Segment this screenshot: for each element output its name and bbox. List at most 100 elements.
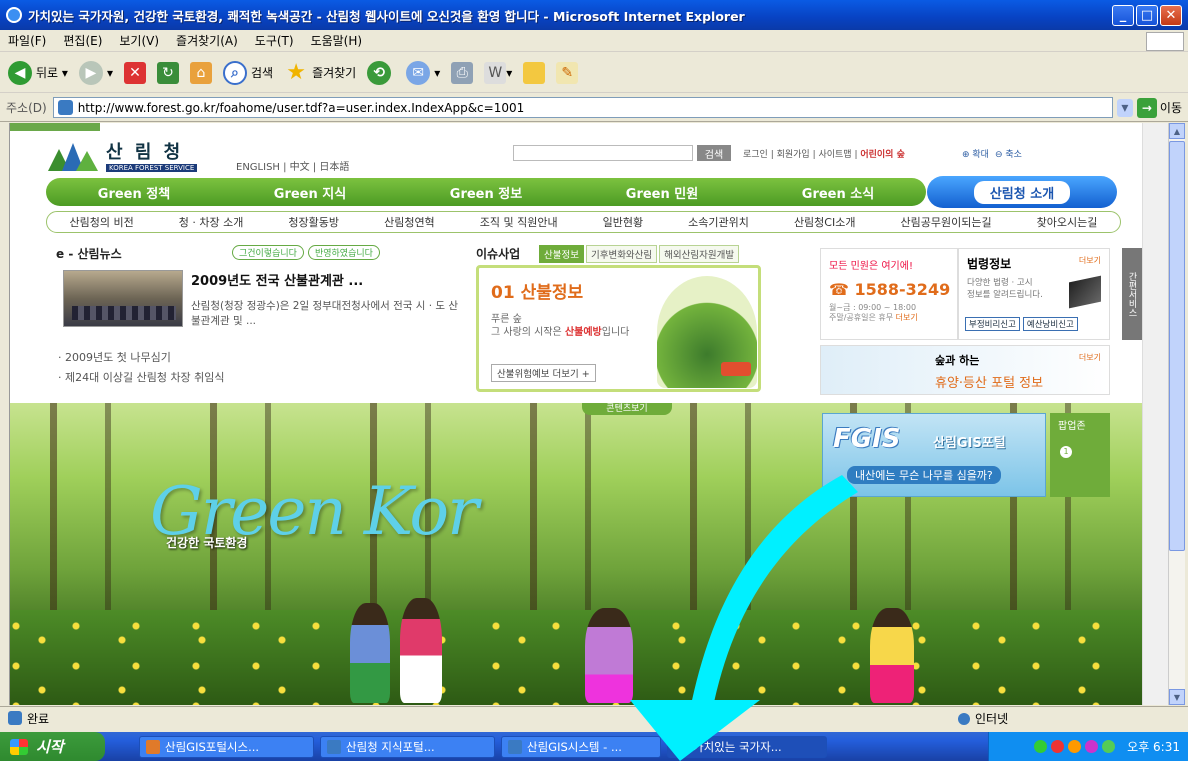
subnav-item[interactable]: 소속기관위치	[688, 214, 749, 230]
law-more-link[interactable]: 더보기	[1079, 255, 1101, 266]
zoom-in-button[interactable]: ⊕ 확대	[962, 147, 989, 160]
subnav-item[interactable]: 찾아오시는길	[1037, 214, 1098, 230]
language-links[interactable]: ENGLISH | 中文 | 日本語	[236, 158, 349, 173]
nav-policy[interactable]: Green 정책	[98, 183, 170, 202]
kids-link[interactable]: 어린이의 숲	[860, 150, 905, 160]
popup-zone[interactable]: 팝업존 1	[1050, 413, 1110, 497]
home-button[interactable]: ⌂	[189, 61, 212, 84]
site-logo[interactable]: 산 림 청 KOREA FOREST SERVICE	[48, 138, 198, 172]
contact-box[interactable]: 모든 민원은 여기에! ☎ 1588-3249 월~금 : 09:00 ~ 18…	[820, 248, 958, 340]
stop-button[interactable]: ✕	[123, 61, 146, 84]
subnav-item[interactable]: 청장활동방	[288, 214, 339, 230]
subnav-item[interactable]: 일반현황	[603, 214, 643, 230]
news-btn-reflected[interactable]: 반영하였습니다	[307, 245, 380, 260]
tab-climate[interactable]: 기후변화와산림	[585, 245, 658, 263]
search-button[interactable]: ⌕ 검색	[222, 60, 273, 85]
menu-tools[interactable]: 도구(T)	[255, 32, 294, 49]
tray-icon[interactable]	[1085, 740, 1099, 753]
edit-button[interactable]: W ▾	[484, 61, 512, 84]
top-links-text[interactable]: 로그인 | 회원가입 | 사이트맵 |	[743, 150, 860, 160]
zoom-out-button[interactable]: ⊖ 축소	[995, 147, 1022, 160]
forest-banner-t2: 휴양·등산 포털 정보	[935, 376, 1044, 391]
scroll-thumb[interactable]	[1169, 141, 1185, 551]
close-button[interactable]: ✕	[1160, 4, 1182, 26]
menu-edit[interactable]: 편집(E)	[63, 32, 102, 49]
print-button[interactable]: ⎙	[451, 61, 474, 84]
forest-banner-t1: 숲과 하는	[935, 354, 980, 367]
menu-file[interactable]: 파일(F)	[8, 32, 46, 49]
task-gis-system[interactable]: 산림GIS시스템 - ...	[501, 735, 661, 758]
site-search-input[interactable]	[513, 145, 693, 161]
start-button[interactable]: 시작	[0, 732, 105, 761]
news-btn-explain[interactable]: 그건이렇습니다	[232, 245, 304, 260]
scroll-down-icon[interactable]: ▼	[1169, 689, 1185, 705]
mail-icon: ✉	[406, 60, 431, 85]
tab-overseas[interactable]: 해외산림자원개발	[659, 245, 740, 263]
address-dropdown-icon[interactable]: ▾	[1116, 98, 1133, 117]
windows-flag-icon	[10, 738, 28, 755]
forest-banner-more[interactable]: 더보기	[1079, 352, 1101, 363]
favorites-button[interactable]: ★ 즐겨찾기	[284, 60, 356, 85]
subnav-item[interactable]: 조직 및 직원안내	[480, 214, 558, 230]
top-links[interactable]: 로그인 | 회원가입 | 사이트맵 | 어린이의 숲	[743, 147, 905, 160]
back-label: 뒤로	[36, 66, 59, 80]
scroll-up-icon[interactable]: ▲	[1169, 123, 1185, 139]
news-photo[interactable]	[63, 270, 183, 327]
fire-risk-more-button[interactable]: 산불위험예보 더보기 +	[491, 364, 596, 382]
address-input[interactable]: http://www.forest.go.kr/foahome/user.tdf…	[52, 97, 1113, 118]
nav-info[interactable]: Green 정보	[450, 183, 522, 202]
subnav-item[interactable]: 산림청CI소개	[794, 214, 856, 230]
menu-favorites[interactable]: 즐겨찾기(A)	[176, 32, 238, 49]
history-icon: ⟲	[367, 60, 392, 85]
news-headline[interactable]: 2009년도 전국 산불관계관 ...	[191, 270, 363, 289]
subnav-item[interactable]: 산림공무원이되는길	[901, 214, 992, 230]
task-knowledge-portal[interactable]: 산림청 지식포털...	[320, 735, 495, 758]
news-list-item[interactable]: · 제24대 이상길 산림청 차장 취임식	[58, 368, 225, 388]
news-list-item[interactable]: · 2009년도 첫 나무심기	[58, 348, 225, 368]
task-forest-service[interactable]: 가치있는 국가자...	[667, 735, 827, 758]
start-label: 시작	[36, 738, 64, 756]
address-bar: 주소(D) http://www.forest.go.kr/foahome/us…	[0, 94, 1188, 122]
subnav-item[interactable]: 산림청연혁	[384, 214, 435, 230]
contents-view-tab[interactable]: 콘텐츠보기	[582, 403, 672, 415]
back-button[interactable]: ◀ 뒤로 ▾	[8, 60, 68, 85]
nav-civil[interactable]: Green 민원	[626, 183, 698, 202]
nav-news[interactable]: Green 소식	[802, 183, 874, 202]
search-icon: ⌕	[222, 60, 247, 85]
maximize-button[interactable]: □	[1136, 4, 1158, 26]
tray-icon[interactable]	[1102, 740, 1116, 753]
menu-view[interactable]: 보기(V)	[119, 32, 159, 49]
refresh-button[interactable]: ↻	[156, 61, 179, 84]
tray-icon[interactable]	[1068, 740, 1082, 753]
budget-waste-report-button[interactable]: 예산낭비신고	[1022, 317, 1078, 331]
subnav-item[interactable]: 산림청의 비전	[70, 214, 134, 230]
gis-portal-banner[interactable]: FGIS 산림GIS포털 내산에는 무슨 나무를 심을까?	[822, 413, 1046, 497]
print-icon: ⎙	[451, 61, 474, 84]
site-search-button[interactable]: 검색	[697, 145, 731, 161]
corruption-report-button[interactable]: 부정비리신고	[965, 317, 1020, 331]
popup-zone-title: 팝업존	[1058, 421, 1086, 432]
popup-zone-page-1[interactable]: 1	[1060, 446, 1072, 458]
vertical-scrollbar[interactable]: ▲ ▼	[1168, 123, 1185, 705]
go-button[interactable]: → 이동	[1136, 97, 1182, 118]
contact-more-link[interactable]: 더보기	[896, 313, 918, 322]
folder-button[interactable]	[523, 61, 546, 84]
menu-help[interactable]: 도움말(H)	[311, 32, 363, 49]
quick-service-tab[interactable]: 간편서비스	[1122, 248, 1142, 340]
forward-arrow-icon: ▶	[78, 60, 103, 85]
forward-button[interactable]: ▶ ▾	[78, 60, 113, 85]
tray-icon[interactable]	[1034, 740, 1048, 753]
window-titlebar[interactable]: 가치있는 국가자원, 건강한 국토환경, 쾌적한 녹색공간 - 산림청 웹사이트…	[0, 0, 1188, 30]
subnav-item[interactable]: 청 · 차장 소개	[179, 214, 244, 230]
nav-intro-tab[interactable]: 산림청 소개	[927, 176, 1117, 208]
issue-panel: 01 산불정보 푸른 숲 그 사랑의 시작은 산불예방입니다 산불위험예보 더보…	[476, 265, 761, 392]
tab-fire-info[interactable]: 산불정보	[539, 245, 584, 263]
forest-portal-banner[interactable]: 숲과 하는 휴양·등산 포털 정보 더보기	[820, 345, 1110, 395]
task-gis-portal[interactable]: 산림GIS포털시스...	[139, 735, 314, 758]
tray-icon[interactable]	[1051, 740, 1065, 753]
messenger-button[interactable]: ✎	[556, 61, 579, 84]
history-button[interactable]: ⟲	[367, 60, 395, 85]
mail-button[interactable]: ✉ ▾	[406, 60, 440, 85]
nav-knowledge[interactable]: Green 지식	[274, 183, 346, 202]
minimize-button[interactable]: _	[1112, 4, 1134, 26]
